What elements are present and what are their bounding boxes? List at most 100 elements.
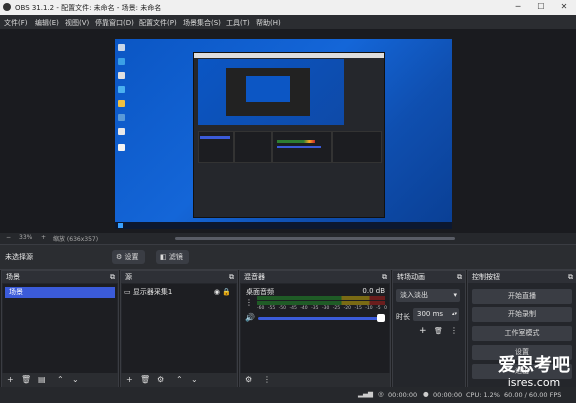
maximize-button[interactable]: ☐ bbox=[534, 1, 548, 13]
move-up-icon[interactable]: ⌃ bbox=[57, 375, 64, 384]
lock-icon[interactable]: 🔒 bbox=[222, 287, 231, 298]
scene-item[interactable]: 场景 bbox=[5, 287, 115, 298]
trash-icon[interactable]: 🗑 bbox=[140, 375, 150, 384]
source-item-label: 显示器采集1 bbox=[132, 288, 173, 296]
zoom-out-button[interactable]: − bbox=[6, 234, 11, 241]
filter-icon[interactable]: ▤ bbox=[38, 375, 46, 384]
eye-icon[interactable]: ◉ bbox=[214, 287, 220, 298]
monitor-icon: ▭ bbox=[124, 288, 133, 296]
undock-icon[interactable]: ⧉ bbox=[457, 271, 462, 283]
stream-time: 00:00:00 bbox=[388, 391, 418, 399]
mixer-toolbar: ⚙ ⋮ bbox=[240, 373, 390, 387]
record-time: 00:00:00 bbox=[433, 391, 463, 399]
transition-select[interactable]: 淡入淡出 ▾ bbox=[396, 289, 460, 302]
gear-icon[interactable]: ⚙ bbox=[157, 375, 164, 384]
transitions-title: 转场动画 bbox=[397, 273, 425, 281]
meter-tick: -10 bbox=[365, 306, 373, 311]
sources-dock-header: 源 ⧉ bbox=[121, 271, 237, 283]
source-item[interactable]: ▭ 显示器采集1 ◉ 🔒 bbox=[124, 287, 234, 298]
trash-icon[interactable]: 🗑 bbox=[434, 327, 443, 335]
add-source-icon[interactable]: + bbox=[126, 375, 133, 384]
source-settings-button[interactable]: ⚙ 设置 bbox=[112, 250, 145, 264]
minimize-button[interactable]: ─ bbox=[511, 1, 525, 13]
meter-tick: -35 bbox=[311, 306, 319, 311]
more-options-icon[interactable]: ⋮ bbox=[450, 326, 458, 335]
menu-file[interactable]: 文件(F) bbox=[4, 18, 28, 28]
scenes-list: 场景 bbox=[3, 284, 117, 373]
zoom-bar: − 33% + 缩放 (636x357) bbox=[0, 233, 576, 244]
menu-edit[interactable]: 编辑(E) bbox=[35, 18, 59, 28]
signal-icon: ▂▄▆ bbox=[358, 390, 373, 398]
chevron-down-icon: ▾ bbox=[453, 291, 457, 299]
spinner-icon: ▴▾ bbox=[451, 311, 457, 317]
move-down-icon[interactable]: ⌄ bbox=[72, 375, 79, 384]
watermark: 爱思考吧 isres.com bbox=[498, 355, 570, 390]
stream-icon: ◎ bbox=[378, 390, 384, 398]
studio-mode-button[interactable]: 工作室模式 bbox=[472, 326, 572, 341]
volume-slider[interactable] bbox=[258, 317, 382, 320]
undock-icon[interactable]: ⧉ bbox=[568, 271, 573, 283]
zoom-in-button[interactable]: + bbox=[41, 234, 46, 241]
meter-tick: -5 bbox=[376, 306, 381, 311]
start-streaming-button[interactable]: 开始直播 bbox=[472, 289, 572, 304]
menu-scene-collection[interactable]: 场景集合(S) bbox=[183, 18, 221, 28]
menu-help[interactable]: 帮助(H) bbox=[256, 18, 281, 28]
mixer-body: 桌面音频 0.0 dB ⋮ -60 -55 -50 -45 -40 -35 -30 -25 -2… bbox=[241, 284, 389, 373]
source-filters-button[interactable]: ◧ 滤镜 bbox=[156, 250, 189, 264]
speaker-icon[interactable]: 🔊 bbox=[245, 313, 255, 322]
windows-start-icon bbox=[118, 223, 123, 228]
watermark-title: 爱思考吧 bbox=[498, 355, 570, 376]
nested-meter bbox=[277, 140, 315, 143]
trash-icon[interactable]: 🗑 bbox=[21, 375, 31, 384]
nested-controls bbox=[332, 131, 382, 163]
undock-icon[interactable]: ⧉ bbox=[229, 271, 234, 283]
meter-tick: -20 bbox=[343, 306, 351, 311]
menu-bar: 文件(F) 编辑(E) 视图(V) 停靠窗口(D) 配置文件(P) 场景集合(S… bbox=[0, 15, 576, 29]
preview-canvas[interactable] bbox=[115, 39, 452, 229]
sources-list: ▭ 显示器采集1 ◉ 🔒 bbox=[122, 284, 236, 373]
more-options-icon[interactable]: ⋮ bbox=[263, 375, 271, 384]
desktop-icon-recycle-bin bbox=[118, 72, 125, 79]
nested-desktop-2 bbox=[246, 76, 290, 102]
record-icon: ● bbox=[423, 390, 429, 398]
desktop-icon-computer bbox=[118, 44, 125, 51]
undock-icon[interactable]: ⧉ bbox=[382, 271, 387, 283]
move-up-icon[interactable]: ⌃ bbox=[176, 375, 183, 384]
filter-icon: ◧ bbox=[160, 253, 169, 261]
mixer-title: 混音器 bbox=[244, 273, 265, 281]
controls-dock-header: 控制按钮 ⧉ bbox=[468, 271, 576, 283]
meter-scale: -60 -55 -50 -45 -40 -35 -30 -25 -20 -15 -10 -5 0 bbox=[257, 306, 387, 311]
horizontal-scrollbar[interactable] bbox=[175, 237, 455, 240]
desktop-icon-browser bbox=[118, 86, 125, 93]
close-button[interactable]: ✕ bbox=[557, 1, 571, 13]
meter-tick: -30 bbox=[321, 306, 330, 311]
meter-tick: -15 bbox=[354, 306, 362, 311]
desktop-icon-file bbox=[118, 128, 125, 135]
menu-view[interactable]: 视图(V) bbox=[65, 18, 89, 28]
volume-slider-handle[interactable] bbox=[377, 314, 385, 322]
menu-tools[interactable]: 工具(T) bbox=[226, 18, 250, 28]
duration-input[interactable]: 300 ms ▴▾ bbox=[413, 308, 459, 321]
undock-icon[interactable]: ⧉ bbox=[110, 271, 115, 283]
mixer-dock: 混音器 ⧉ 桌面音频 0.0 dB ⋮ -60 -55 -50 -45 -40 -35 -3… bbox=[239, 270, 391, 388]
zoom-info: 缩放 (636x357) bbox=[53, 236, 99, 243]
mixer-level: 0.0 dB bbox=[362, 287, 385, 295]
menu-docks[interactable]: 停靠窗口(D) bbox=[95, 18, 134, 28]
menu-profile[interactable]: 配置文件(P) bbox=[139, 18, 177, 28]
sources-dock: 源 ⧉ ▭ 显示器采集1 ◉ 🔒 + 🗑 ⚙ ⌃ ⌄ bbox=[120, 270, 238, 388]
start-recording-button[interactable]: 开始录制 bbox=[472, 307, 572, 322]
mixer-dock-header: 混音器 ⧉ bbox=[240, 271, 390, 283]
move-down-icon[interactable]: ⌄ bbox=[191, 375, 198, 384]
advanced-audio-icon[interactable]: ⚙ bbox=[245, 375, 252, 384]
cpu-usage: CPU: 1.2% bbox=[466, 391, 500, 399]
sources-toolbar: + 🗑 ⚙ ⌃ ⌄ bbox=[121, 373, 237, 387]
meter-tick: 0 bbox=[384, 306, 387, 311]
add-scene-icon[interactable]: + bbox=[7, 375, 14, 384]
nested-sources bbox=[234, 131, 272, 163]
more-options-icon[interactable]: ⋮ bbox=[245, 298, 253, 307]
audio-meter-2 bbox=[257, 301, 385, 305]
nested-volume-slider bbox=[277, 146, 321, 148]
title-bar: OBS 31.1.2 - 配置文件: 未命名 - 场景: 未命名 ─ ☐ ✕ bbox=[0, 0, 576, 15]
add-transition-icon[interactable]: + bbox=[419, 326, 427, 336]
window-title: OBS 31.1.2 - 配置文件: 未命名 - 场景: 未命名 bbox=[15, 4, 162, 12]
